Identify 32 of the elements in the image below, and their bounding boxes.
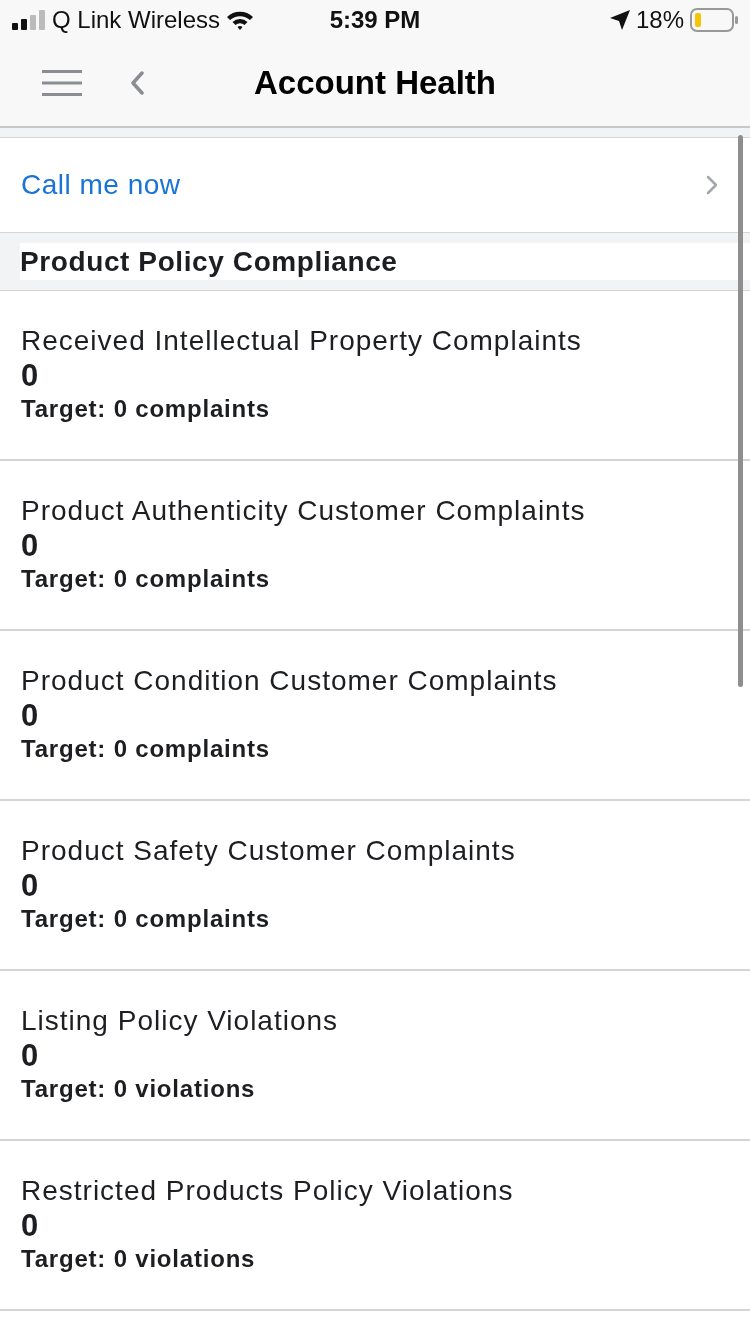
carrier-name: Q Link Wireless [52,6,221,34]
metric-value: 0 [21,1207,39,1245]
metric-value: 0 [21,867,39,905]
metric-title: Product Condition Customer Complaints [21,664,558,697]
signal-icon [12,10,46,30]
metric-title: Listing Policy Violations [21,1004,339,1037]
metric-title: Product Safety Customer Complaints [21,834,516,867]
chevron-right-icon [706,175,718,195]
battery-icon [690,8,738,32]
metric-title: Restricted Products Policy Violations [21,1174,514,1207]
metric-value: 0 [21,357,39,395]
metric-title: Product Authenticity Customer Complaints [21,494,586,527]
metric-target: Target: 0 complaints [21,735,270,763]
section-title: Product Policy Compliance [20,243,750,280]
metric-target: Target: 0 violations [21,1075,256,1103]
back-chevron-icon [130,71,144,95]
metric-value: 0 [21,527,39,565]
metric-target: Target: 0 complaints [21,565,270,593]
metric-title: Received Intellectual Property Complaints [21,324,582,357]
menu-icon [42,70,82,96]
back-button[interactable] [130,71,144,95]
wifi-icon [226,10,255,30]
metric-target: Target: 0 violations [21,1245,256,1273]
metric-value: 0 [21,1037,39,1075]
status-time: 5:39 PM [329,6,421,34]
metric-target: Target: 0 complaints [21,395,270,423]
metric-target: Target: 0 complaints [21,905,270,933]
metric-value: 0 [21,697,39,735]
battery-percent: 18% [635,6,684,34]
location-arrow-icon [609,10,630,30]
menu-button[interactable] [42,70,82,96]
page-title: Account Health [254,64,496,102]
